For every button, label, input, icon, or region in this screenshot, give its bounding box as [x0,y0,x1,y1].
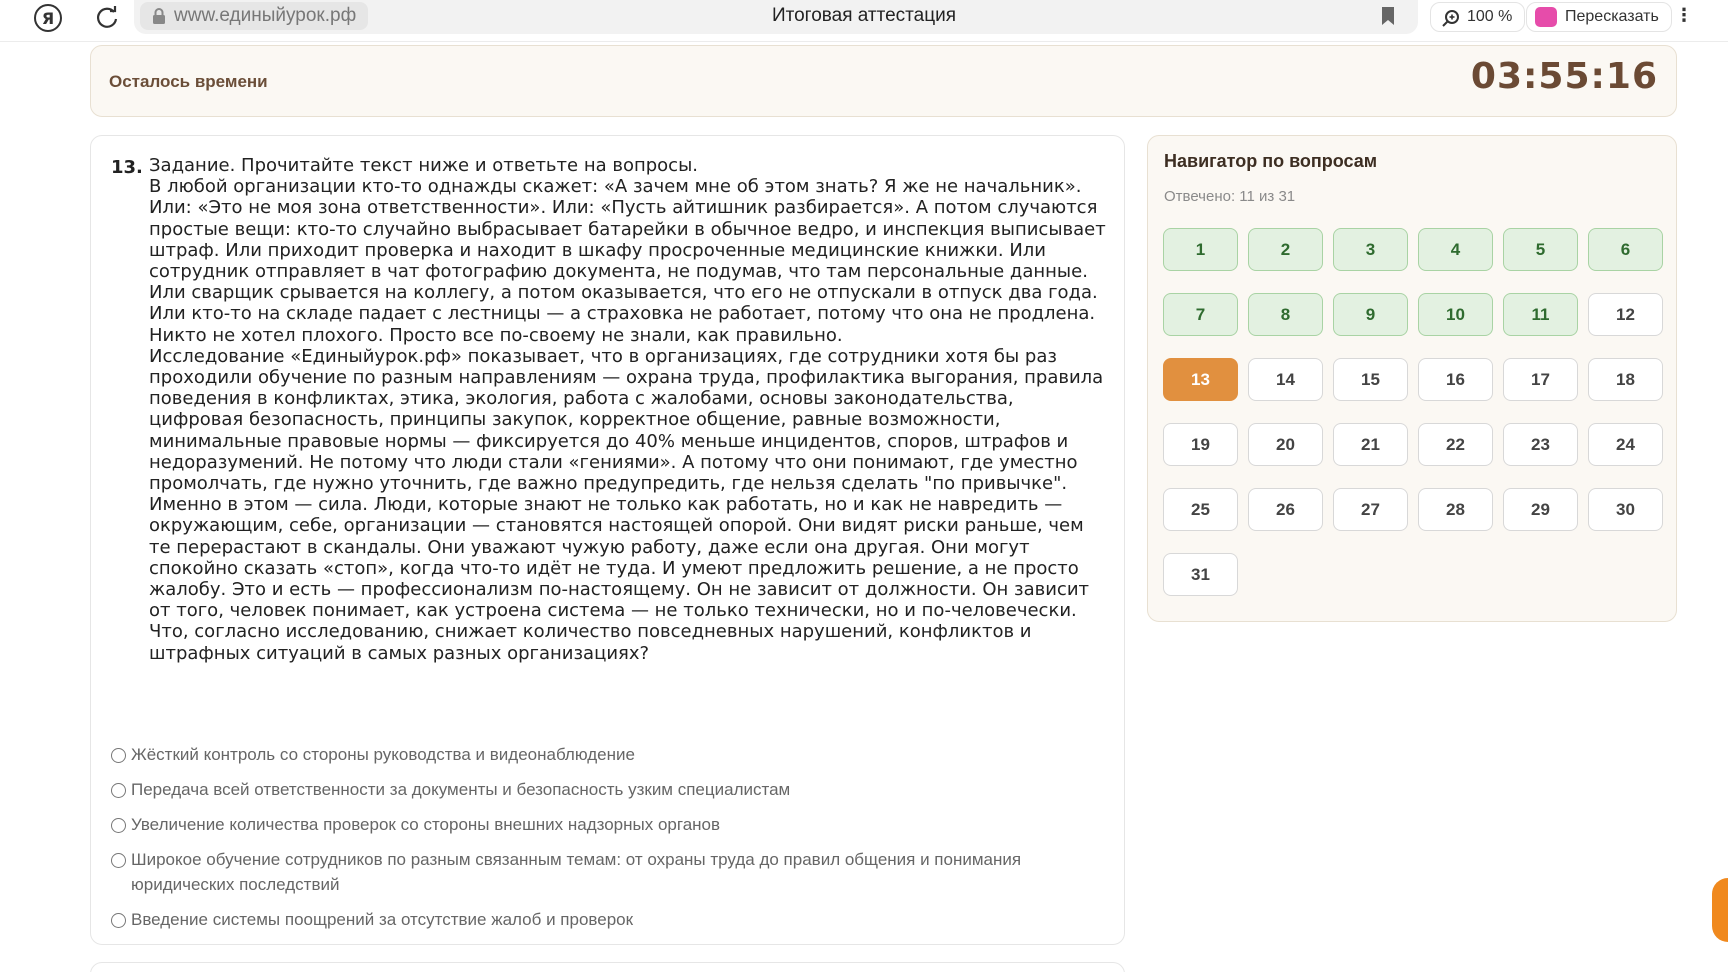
retell-button[interactable]: Пересказать [1526,2,1672,32]
radio-button[interactable] [111,748,126,763]
question-paragraph: Исследование «Единыйурок.рф» показывает,… [149,345,1104,495]
zoom-level: 100 % [1467,8,1513,25]
question-paragraph: В любой организации кто-то однажды скаже… [149,176,1106,346]
radio-button[interactable] [111,913,126,928]
question-text: Задание. Прочитайте текст ниже и ответьт… [149,155,1109,664]
nav-question-button[interactable]: 22 [1418,423,1493,466]
nav-question-button[interactable]: 29 [1503,488,1578,531]
retell-label: Пересказать [1565,8,1659,25]
nav-question-button[interactable]: 21 [1333,423,1408,466]
nav-question-button[interactable]: 5 [1503,228,1578,271]
browser-toolbar: Я www.единыйурок.рф Итоговая аттестация … [0,0,1728,42]
answer-option[interactable]: Введение системы поощрений за отсутствие… [111,907,1111,932]
radio-button[interactable] [111,853,126,868]
nav-question-button[interactable]: 24 [1588,423,1663,466]
nav-question-button[interactable]: 16 [1418,358,1493,401]
question-navigator: Навигатор по вопросам Отвечено: 11 из 31… [1147,135,1677,622]
nav-question-button[interactable]: 14 [1248,358,1323,401]
option-label: Широкое обучение сотрудников по разным с… [131,850,1022,894]
timer-card: Осталось времени 03:55:16 [90,45,1677,117]
navigator-grid: 1 2 3 4 5 6 7 8 9 10 11 12 13 14 15 16 17 18 19 20 21 22 23 24 2… [1163,228,1673,596]
next-question-card [90,962,1125,972]
nav-question-button[interactable]: 18 [1588,358,1663,401]
nav-question-button[interactable]: 3 [1333,228,1408,271]
question-paragraph: Задание. Прочитайте текст ниже и ответьт… [149,155,698,176]
radio-button[interactable] [111,783,126,798]
option-label: Увеличение количества проверок со сторон… [131,815,721,834]
option-label: Передача всей ответственности за докумен… [131,780,791,799]
nav-question-button[interactable]: 19 [1163,423,1238,466]
nav-question-button[interactable]: 8 [1248,293,1323,336]
nav-question-button[interactable]: 25 [1163,488,1238,531]
nav-question-button[interactable]: 1 [1163,228,1238,271]
nav-question-button[interactable]: 30 [1588,488,1663,531]
nav-question-button[interactable]: 10 [1418,293,1493,336]
question-paragraph: Именно в этом — сила. Люди, которые знаю… [149,494,1090,622]
question-number: 13. [111,157,143,178]
nav-question-button[interactable]: 27 [1333,488,1408,531]
zoom-icon [1442,10,1459,27]
answered-count: Отвечено: 11 из 31 [1164,188,1296,205]
answer-options: Жёсткий контроль со стороны руководства … [111,742,1111,942]
nav-question-button[interactable]: 4 [1418,228,1493,271]
floating-widget[interactable] [1712,878,1728,942]
nav-question-button[interactable]: 28 [1418,488,1493,531]
option-label: Жёсткий контроль со стороны руководства … [131,745,635,764]
option-label: Введение системы поощрений за отсутствие… [131,910,634,929]
nav-question-button[interactable]: 2 [1248,228,1323,271]
nav-question-button[interactable]: 17 [1503,358,1578,401]
nav-question-button[interactable]: 6 [1588,228,1663,271]
timer-value: 03:55:16 [1470,56,1658,97]
menu-icon[interactable]: ⋮ [1674,4,1694,28]
retell-icon [1535,7,1557,27]
zoom-button[interactable]: 100 % [1430,2,1526,32]
answer-option[interactable]: Широкое обучение сотрудников по разным с… [111,847,1111,897]
answer-option[interactable]: Жёсткий контроль со стороны руководства … [111,742,1111,767]
answer-option[interactable]: Передача всей ответственности за докумен… [111,777,1111,802]
answer-option[interactable]: Увеличение количества проверок со сторон… [111,812,1111,837]
nav-question-button[interactable]: 9 [1333,293,1408,336]
nav-question-button[interactable]: 23 [1503,423,1578,466]
nav-question-button[interactable]: 7 [1163,293,1238,336]
nav-question-button[interactable]: 12 [1588,293,1663,336]
nav-question-button[interactable]: 13 [1163,358,1238,401]
question-card: 13. Задание. Прочитайте текст ниже и отв… [90,135,1125,945]
timer-label: Осталось времени [109,72,268,91]
nav-question-button[interactable]: 15 [1333,358,1408,401]
nav-question-button[interactable]: 20 [1248,423,1323,466]
nav-question-button[interactable]: 31 [1163,553,1238,596]
question-prompt: Что, согласно исследованию, снижает коли… [149,621,1032,664]
navigator-title: Навигатор по вопросам [1164,151,1378,171]
nav-question-button[interactable]: 26 [1248,488,1323,531]
nav-question-button[interactable]: 11 [1503,293,1578,336]
radio-button[interactable] [111,818,126,833]
